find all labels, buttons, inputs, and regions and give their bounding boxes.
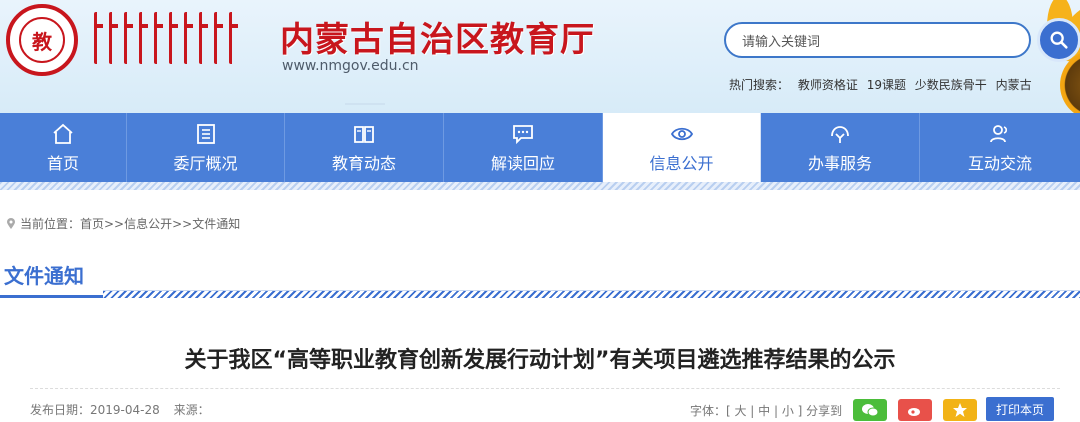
nav-stripe-divider bbox=[0, 182, 1080, 190]
main-nav: 首页 委厅概况 教育动态 解读回应 信息公开 办事服务 互动交流 bbox=[0, 113, 1080, 182]
nav-item-label: 委厅概况 bbox=[173, 153, 238, 173]
publish-date: 发布日期：2019-04-28 bbox=[30, 403, 160, 417]
book-icon bbox=[354, 125, 374, 143]
section-header: 文件通知 bbox=[0, 258, 1080, 298]
eye-icon bbox=[670, 127, 693, 140]
site-title[interactable]: 内蒙古自治区教育厅 bbox=[280, 12, 595, 61]
article-title: 关于我区“高等职业教育创新发展行动计划”有关项目遴选推荐结果的公示 bbox=[184, 348, 896, 373]
nav-item-label: 解读回应 bbox=[490, 153, 555, 173]
section-divider bbox=[103, 290, 1080, 298]
favorite-share-button[interactable] bbox=[943, 399, 978, 421]
nav-item-info-disclosure[interactable]: 信息公开 bbox=[603, 113, 761, 182]
list-icon bbox=[196, 123, 215, 144]
site-emblem[interactable]: 教 bbox=[6, 4, 78, 76]
nav-item-label: 首页 bbox=[46, 153, 79, 173]
font-size-controls[interactable]: 字体：[ 大 | 中 | 小 ] 分享到 bbox=[690, 402, 842, 419]
article-meta: 发布日期：2019-04-28 来源： bbox=[30, 401, 220, 418]
search-input[interactable]: 请输入关键词 bbox=[724, 22, 1031, 58]
nav-item-news[interactable]: 教育动态 bbox=[285, 113, 444, 182]
print-button[interactable]: 打印本页 bbox=[986, 397, 1054, 421]
location-pin-icon bbox=[7, 217, 15, 229]
decorative-line bbox=[345, 95, 385, 105]
wechat-share-button[interactable] bbox=[853, 399, 888, 421]
nav-item-overview[interactable]: 委厅概况 bbox=[127, 113, 285, 182]
breadcrumb: 当前位置：首页>>信息公开>>文件通知 bbox=[6, 215, 240, 232]
site-url: www.nmgov.edu.cn bbox=[282, 58, 419, 74]
users-icon bbox=[990, 124, 1008, 142]
chat-icon bbox=[513, 124, 533, 144]
nav-item-label: 信息公开 bbox=[649, 153, 714, 173]
hot-search: 热门搜索： 教师资格证 19课题 少数民族骨干 内蒙古 bbox=[729, 76, 1037, 93]
weibo-icon bbox=[908, 408, 921, 416]
nav-item-label: 办事服务 bbox=[807, 153, 872, 173]
section-title: 文件通知 bbox=[0, 258, 103, 298]
article-tools: 字体：[ 大 | 中 | 小 ] 分享到 bbox=[690, 399, 978, 421]
hot-search-term[interactable]: 少数民族骨干 bbox=[915, 78, 987, 92]
service-icon bbox=[831, 125, 849, 143]
weibo-share-button[interactable] bbox=[898, 399, 933, 421]
nav-item-label: 教育动态 bbox=[331, 153, 396, 173]
source: 来源： bbox=[173, 403, 210, 417]
wechat-icon bbox=[862, 404, 879, 417]
search-button[interactable] bbox=[1037, 18, 1080, 62]
nav-item-home[interactable]: 首页 bbox=[0, 113, 127, 182]
hot-search-term[interactable]: 19课题 bbox=[867, 78, 906, 92]
mongolian-script-logo bbox=[94, 12, 269, 74]
star-icon bbox=[953, 403, 968, 417]
search-placeholder: 请输入关键词 bbox=[742, 34, 821, 50]
meta-divider bbox=[30, 388, 1060, 389]
hot-search-label: 热门搜索： bbox=[729, 78, 790, 92]
hot-search-term[interactable]: 内蒙古 bbox=[996, 78, 1032, 92]
breadcrumb-text[interactable]: 当前位置：首页>>信息公开>>文件通知 bbox=[20, 215, 240, 232]
home-icon bbox=[53, 123, 73, 144]
nav-item-label: 互动交流 bbox=[967, 153, 1032, 173]
nav-item-interaction[interactable]: 互动交流 bbox=[920, 113, 1080, 182]
emblem-inner: 教 bbox=[19, 17, 65, 63]
nav-item-services[interactable]: 办事服务 bbox=[761, 113, 920, 182]
nav-item-interpretation[interactable]: 解读回应 bbox=[444, 113, 603, 182]
hot-search-term[interactable]: 教师资格证 bbox=[798, 78, 858, 92]
search-icon bbox=[1050, 31, 1068, 49]
site-header: 教 内蒙古自治区教育厅 www.nmgov.edu.cn 请输入关键词 热门搜索… bbox=[0, 0, 1080, 113]
